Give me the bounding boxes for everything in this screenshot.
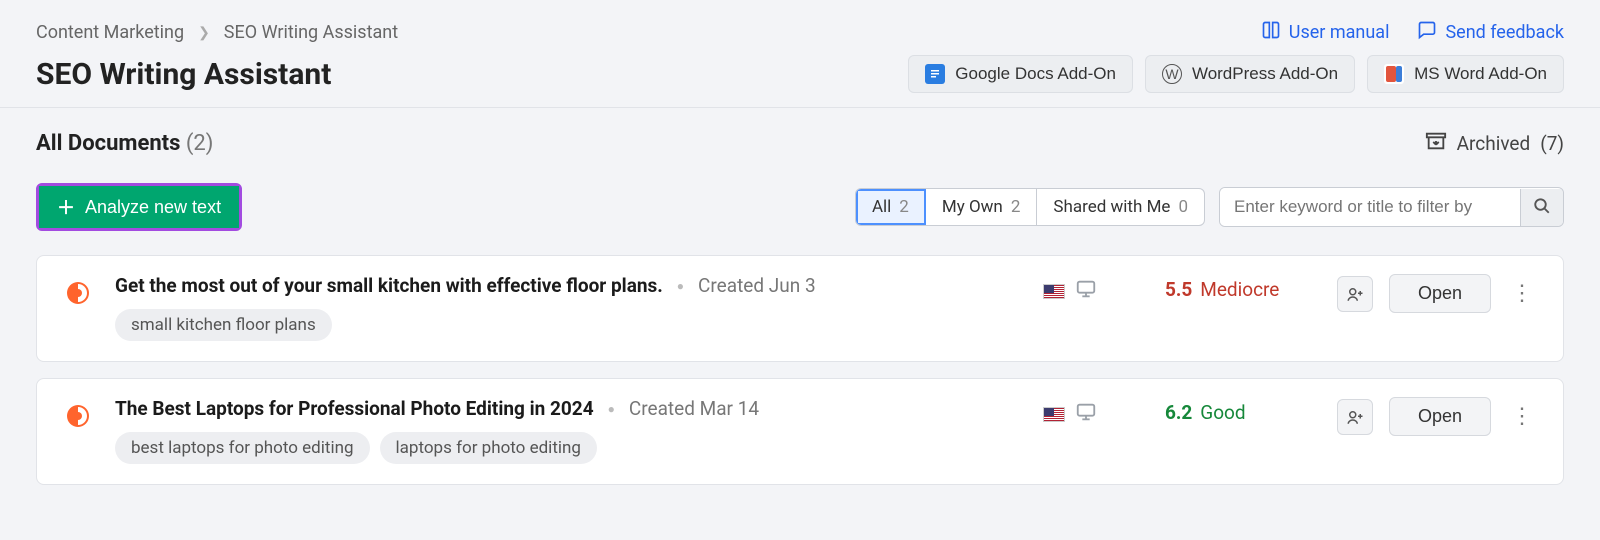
more-menu-icon[interactable]: ⋮ (1507, 281, 1537, 306)
more-menu-icon[interactable]: ⋮ (1507, 404, 1537, 429)
desktop-icon (1075, 401, 1097, 427)
tab-all[interactable]: All2 (856, 189, 926, 225)
document-score: 5.5Mediocre (1165, 278, 1315, 301)
search-icon (1533, 203, 1551, 218)
open-button[interactable]: Open (1389, 274, 1491, 313)
keyword-tag[interactable]: best laptops for photo editing (115, 432, 370, 464)
open-button[interactable]: Open (1389, 397, 1491, 436)
us-flag-icon (1043, 407, 1065, 422)
wordpress-icon: W (1162, 64, 1182, 84)
chevron-right-icon: ❯ (198, 25, 210, 41)
keyword-tag[interactable]: small kitchen floor plans (115, 309, 332, 341)
keyword-tag[interactable]: laptops for photo editing (380, 432, 597, 464)
breadcrumb-current: SEO Writing Assistant (224, 22, 398, 43)
semrush-icon (63, 278, 93, 308)
breadcrumb-parent[interactable]: Content Marketing (36, 22, 184, 43)
filter-tabs: All2My Own2Shared with Me0 (855, 188, 1205, 226)
analyze-new-text-button[interactable]: ＋ Analyze new text (39, 186, 239, 228)
tab-my-own[interactable]: My Own2 (926, 189, 1038, 225)
google-docs-icon (925, 64, 945, 84)
analyze-highlight: ＋ Analyze new text (36, 183, 242, 231)
created-date: Created Jun 3 (698, 274, 816, 297)
send-feedback-link[interactable]: Send feedback (1417, 20, 1564, 45)
semrush-icon (63, 401, 93, 431)
plus-icon: ＋ (57, 194, 75, 220)
us-flag-icon (1043, 284, 1065, 299)
wordpress-addon-button[interactable]: W WordPress Add-On (1145, 55, 1355, 93)
user-manual-link[interactable]: User manual (1261, 20, 1390, 45)
archived-link[interactable]: Archived (7) (1425, 130, 1564, 157)
documents-heading: All Documents (2) (36, 131, 213, 156)
document-title[interactable]: Get the most out of your small kitchen w… (115, 274, 663, 297)
tab-shared-with-me[interactable]: Shared with Me0 (1037, 189, 1204, 225)
page-title: SEO Writing Assistant (36, 57, 331, 92)
ms-word-icon (1384, 64, 1404, 84)
archive-icon (1425, 130, 1447, 157)
document-card: The Best Laptops for Professional Photo … (36, 378, 1564, 485)
document-card: Get the most out of your small kitchen w… (36, 255, 1564, 362)
breadcrumb: Content Marketing ❯ SEO Writing Assistan… (36, 22, 398, 43)
ms-word-addon-button[interactable]: MS Word Add-On (1367, 55, 1564, 93)
chat-icon (1417, 20, 1437, 45)
desktop-icon (1075, 278, 1097, 304)
book-icon (1261, 20, 1281, 45)
share-button[interactable] (1337, 399, 1373, 435)
document-title[interactable]: The Best Laptops for Professional Photo … (115, 397, 594, 420)
share-button[interactable] (1337, 276, 1373, 312)
created-date: Created Mar 14 (629, 397, 759, 420)
filter-input[interactable] (1220, 188, 1520, 226)
document-score: 6.2Good (1165, 401, 1315, 424)
google-docs-addon-button[interactable]: Google Docs Add-On (908, 55, 1133, 93)
search-button[interactable] (1520, 189, 1563, 226)
